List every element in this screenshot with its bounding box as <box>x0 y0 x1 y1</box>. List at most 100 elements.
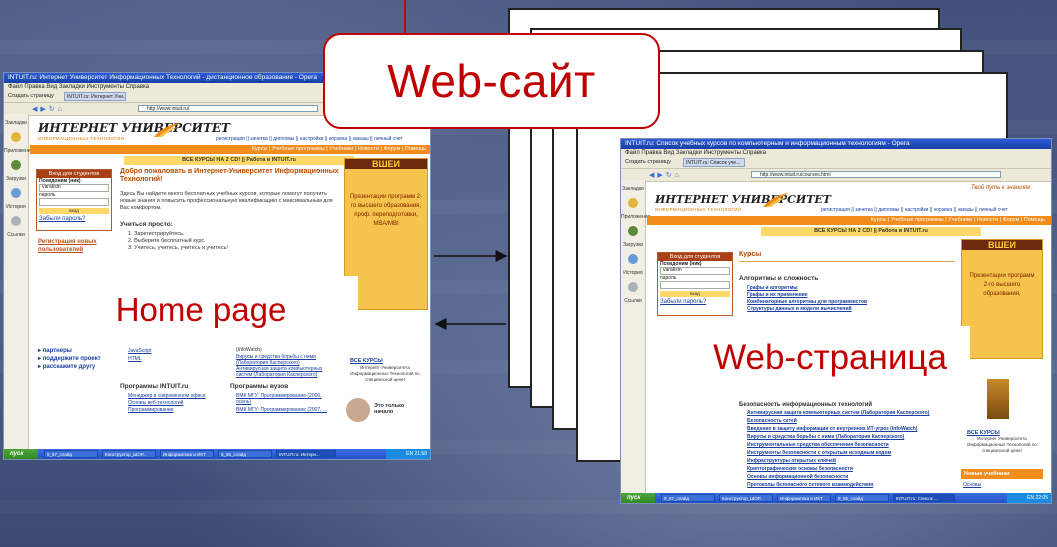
step-1[interactable]: 1. Зарегистрируйтесь. <box>128 231 185 238</box>
sidebar-item-history[interactable]: История <box>621 270 645 276</box>
sidebar-item-links[interactable]: Ссылки <box>4 232 28 238</box>
nav-buttons-icon[interactable]: ◀▶↻⌂ <box>32 105 65 113</box>
taskbar-item[interactable]: 9_55_слайд <box>218 450 272 458</box>
address-bar[interactable]: http://www.intuit.ru/courses.html <box>751 171 1001 178</box>
basics-link[interactable]: Основы <box>963 481 981 489</box>
course-link[interactable]: Криптографические основы безопасности <box>747 466 853 472</box>
taskbar-item[interactable]: 9_55_слайд <box>835 494 889 502</box>
start-button[interactable]: пуск <box>4 449 38 459</box>
all-courses-promo-link[interactable]: ВСЕ КУРСЫ <box>350 357 383 365</box>
active-tab[interactable]: INTUIT.ru: Интернет Уни... <box>64 92 126 101</box>
sidebar-item-links[interactable]: Ссылки <box>621 298 645 304</box>
sidebar-item-apps[interactable]: Приложения <box>621 214 650 220</box>
site-logo[interactable]: ИНТЕРНЕТ УНИВЕРСИТЕТ <box>655 193 831 206</box>
alias-input[interactable]: varaksin <box>39 184 109 192</box>
sidebar-item-downloads[interactable]: Загрузки <box>4 176 28 182</box>
tab-bar: Создать страницу INTUIT.ru: Список уче..… <box>621 157 1051 169</box>
sidebar-item-history[interactable]: История <box>4 204 28 210</box>
taskbar-item[interactable]: Конструктор_ШОР... <box>102 450 156 458</box>
viruses-link[interactable]: Вирусы и средства борьбы с ними (Лаборат… <box>236 354 340 366</box>
taskbar-item[interactable]: 9_67_слайд <box>661 494 715 502</box>
course-link[interactable]: Введение в защиту информации от внутренн… <box>747 426 917 432</box>
promo-text: Интернет-Университета Информационных Тех… <box>350 365 420 382</box>
program-1[interactable]: Менеджер в современном офисе <box>128 393 206 399</box>
promo-ad[interactable]: ВШЕИ Презентации программ 2-го высшего о… <box>961 239 1043 359</box>
all-courses-banner[interactable]: ВСЕ КУРСЫ НА 2 CD! || Работа в INTUIT.ru <box>761 227 981 236</box>
program-3[interactable]: Программирование <box>128 407 174 413</box>
toolbar: ◀▶↻⌂ http://www.intuit.ru/courses.html <box>621 169 1051 182</box>
login-header: Вход для студентов <box>37 170 111 178</box>
all-courses-banner[interactable]: ВСЕ КУРСЫ НА 2 CD! || Работа в INTUIT.ru <box>124 156 354 165</box>
new-tab-button[interactable]: Создать страницу <box>8 93 54 99</box>
login-button[interactable]: вход <box>39 208 109 214</box>
registration-link[interactable]: Регистрация новых пользователей <box>38 238 112 254</box>
taskbar-item-active[interactable]: INTUIT.ru: Список ... <box>893 494 955 502</box>
start-button[interactable]: пуск <box>621 493 655 503</box>
sidebar-item-downloads[interactable]: Загрузки <box>621 242 645 248</box>
taskbar: пуск 9_67_слайд Конструктор_ШОР... Инфор… <box>621 493 1051 503</box>
alias-input[interactable]: varaksin <box>660 267 730 275</box>
html-link[interactable]: HTML <box>128 355 142 363</box>
course-link[interactable]: Графы и их применение <box>747 292 808 298</box>
address-bar[interactable]: http://www.intuit.ru/ <box>138 105 318 112</box>
support-link[interactable]: ▸ поддержите проект <box>38 355 101 363</box>
new-tab-button[interactable]: Создать страницу <box>625 159 671 165</box>
course-link[interactable]: Протоколы безопасного сетевого взаимодей… <box>747 482 873 488</box>
active-tab[interactable]: INTUIT.ru: Список уче... <box>683 158 745 167</box>
program-2[interactable]: Основы веб-технологий <box>128 400 183 406</box>
home-page-label: Home page <box>44 276 358 344</box>
downloads-icon[interactable] <box>628 226 638 236</box>
nav-buttons-icon[interactable]: ◀▶↻⌂ <box>649 171 682 179</box>
connector-arrows <box>434 250 508 330</box>
links-icon[interactable] <box>628 282 638 292</box>
uni-program-1[interactable]: ВМК МГУ: Программирование (2006, осень) <box>236 393 336 405</box>
taskbar-item[interactable]: Информатика и ИКТ <box>160 450 214 458</box>
history-icon[interactable] <box>11 188 21 198</box>
course-link[interactable]: Структуры данных и модели вычислений <box>747 306 852 312</box>
course-link[interactable]: Основы информационной безопасности <box>747 474 848 480</box>
top-links[interactable]: регистрация || зачетка || дипломы || нас… <box>821 206 1008 214</box>
course-link[interactable]: Инфраструктуры открытых ключей <box>747 458 836 464</box>
new-books-header[interactable]: Новые учебники <box>961 469 1043 479</box>
taskbar-item[interactable]: 9_67_слайд <box>44 450 98 458</box>
downloads-icon[interactable] <box>11 160 21 170</box>
site-logo-subtitle: ИНФОРМАЦИОННЫХ ТЕХНОЛОГИЙ <box>655 207 742 212</box>
sidebar-item-apps[interactable]: Приложения <box>4 148 33 154</box>
taskbar-item[interactable]: Конструктор_ШОР... <box>719 494 773 502</box>
course-link[interactable]: Безопасность сетей <box>747 418 797 424</box>
javascript-link[interactable]: JavaScript <box>128 347 151 355</box>
sidebar-panel: Закладки Приложения Загрузки История Ссы… <box>621 180 650 495</box>
antivirus-link[interactable]: Антивирусная защита компьютерных систем … <box>236 366 340 378</box>
forgot-password-link[interactable]: Забыли пароль? <box>37 216 111 222</box>
course-link[interactable]: Вирусы и средства борьбы с ними (Лаборат… <box>747 434 904 440</box>
notes-icon[interactable] <box>628 198 638 208</box>
step-2[interactable]: 2. Выберите бесплатный курс. <box>128 238 206 245</box>
taskbar-item[interactable]: Информатика и ИКТ <box>777 494 831 502</box>
course-link[interactable]: Антивирусная защита компьютерных систем … <box>747 410 929 416</box>
links-icon[interactable] <box>11 216 21 226</box>
top-links[interactable]: регистрация || зачетка || дипломы || нас… <box>216 135 403 143</box>
login-button[interactable]: вход <box>660 291 730 297</box>
welcome-heading: Добро пожаловать в Интернет-Университет … <box>120 168 339 183</box>
course-link[interactable]: Инструментальные средства обеспечения бе… <box>747 442 889 448</box>
course-link[interactable]: Инструменты безопасности с открытым исхо… <box>747 450 891 456</box>
main-nav[interactable]: Курсы | Учебные программы | Учебники | Н… <box>30 145 430 154</box>
course-link[interactable]: Графы и алгоритмы <box>747 285 798 291</box>
tell-friend-link[interactable]: ▸ расскажите другу <box>38 363 95 371</box>
notes-icon[interactable] <box>11 132 21 142</box>
uni-program-2[interactable]: ВМК МГУ: Программирование (2007, ... <box>236 407 336 413</box>
main-nav[interactable]: Курсы | Учебные программы | Учебники | Н… <box>647 216 1051 225</box>
taskbar-item-active[interactable]: INTUIT.ru: Интерн... <box>276 450 336 458</box>
forgot-password-link[interactable]: Забыли пароль? <box>658 299 732 305</box>
site-logo[interactable]: ИНТЕРНЕТ УНИВЕРСИТЕТ <box>38 121 230 135</box>
password-input[interactable] <box>660 281 730 289</box>
course-link[interactable]: Комбинаторные алгоритмы для программисто… <box>747 299 867 305</box>
promo-text: Интернет Университета Информационных Тех… <box>967 436 1037 453</box>
step-3: 3. Учитесь, учитесь, учитесь и учитесь! <box>128 245 228 251</box>
sidebar-item-bookmarks[interactable]: Закладки <box>621 186 645 192</box>
menu-bar: Файл Правка Вид Закладки Инструменты Спр… <box>621 149 1051 157</box>
history-icon[interactable] <box>628 254 638 264</box>
password-input[interactable] <box>39 198 109 206</box>
partners-link[interactable]: ▸ партнеры <box>38 347 72 355</box>
sidebar-item-bookmarks[interactable]: Закладки <box>4 120 28 126</box>
